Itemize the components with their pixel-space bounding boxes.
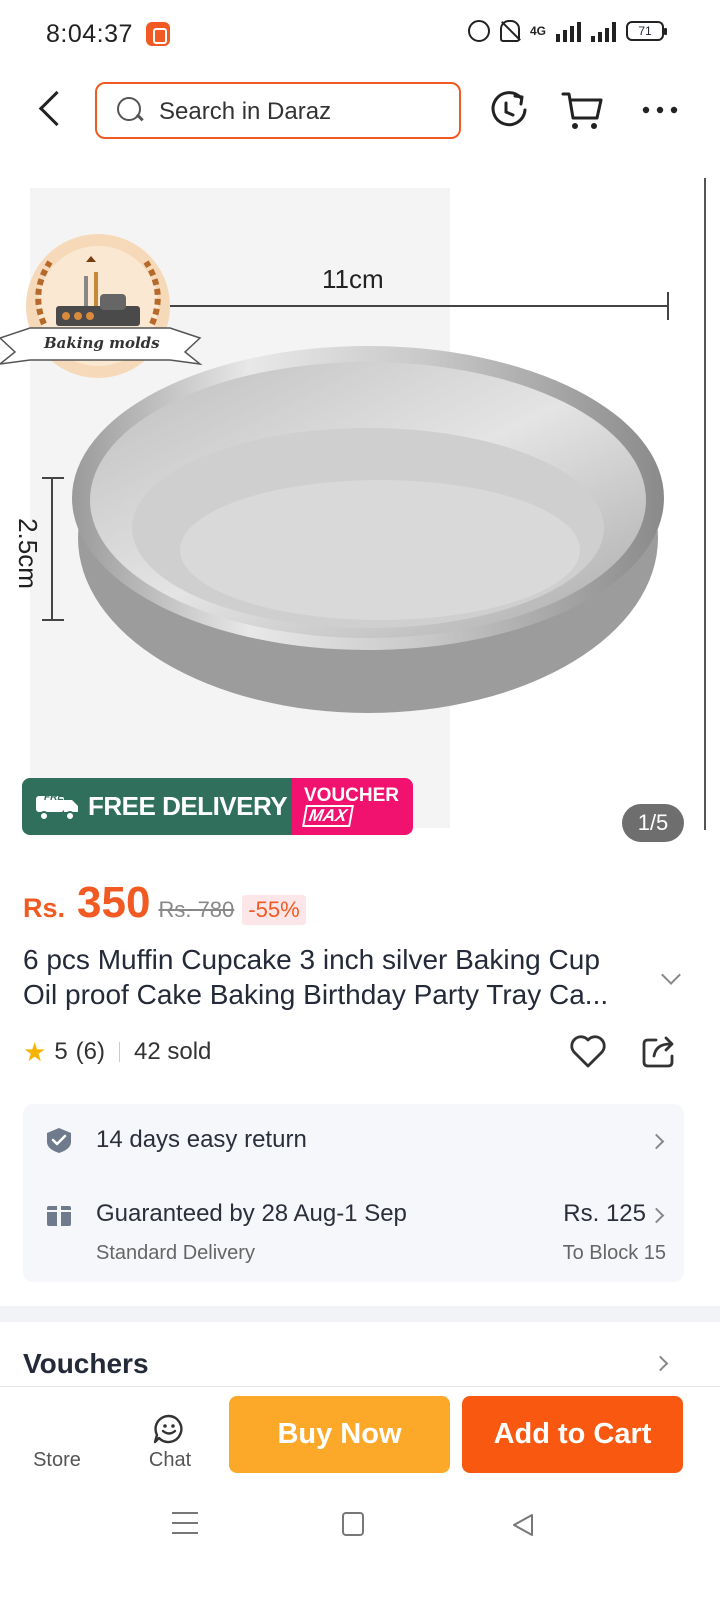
status-icons: 4G 71 bbox=[467, 20, 667, 42]
chat-icon bbox=[153, 1414, 183, 1444]
more-icon[interactable] bbox=[638, 88, 682, 132]
voucher-max-badge: VOUCHER MAX bbox=[292, 778, 413, 835]
search-placeholder: Search in Daraz bbox=[159, 98, 332, 125]
delivery-guarantee-text: Guaranteed by 28 Aug-1 Sep bbox=[96, 1200, 407, 1227]
return-text: 14 days easy return bbox=[96, 1126, 307, 1153]
delivery-type: Standard Delivery bbox=[96, 1242, 255, 1264]
delivery-fee: Rs. 125 bbox=[563, 1200, 646, 1227]
battery-icon: 71 bbox=[626, 21, 667, 41]
discount-badge: -55% bbox=[242, 895, 306, 925]
chevron-right-icon[interactable] bbox=[652, 1355, 669, 1372]
baking-molds-logo: Baking molds bbox=[0, 232, 205, 382]
price-currency: Rs. bbox=[23, 893, 66, 923]
daraz-notification-icon bbox=[146, 22, 170, 46]
package-icon bbox=[47, 1206, 71, 1226]
chevron-right-icon bbox=[648, 1133, 665, 1150]
rating-row[interactable]: ★ 5 (6) 42 sold bbox=[23, 1035, 211, 1069]
dimension-height-label: 2.5cm bbox=[12, 518, 43, 589]
top-nav: Search in Daraz bbox=[0, 82, 720, 140]
logo-text: Baking molds bbox=[44, 334, 160, 352]
rating-count: (6) bbox=[75, 1038, 106, 1065]
shield-check-icon bbox=[47, 1128, 71, 1153]
sold-count: 42 sold bbox=[134, 1038, 212, 1065]
product-title[interactable]: 6 pcs Muffin Cupcake 3 inch silver Bakin… bbox=[23, 942, 653, 1012]
service-card: 14 days easy return Guaranteed by 28 Aug… bbox=[23, 1104, 684, 1282]
chat-button[interactable]: Chat bbox=[135, 1387, 205, 1483]
add-to-cart-button[interactable]: Add to Cart bbox=[462, 1396, 683, 1473]
price-original: Rs. 780 bbox=[158, 897, 235, 922]
title-line-1: 6 pcs Muffin Cupcake 3 inch silver Bakin… bbox=[23, 944, 600, 975]
signal-2-icon bbox=[591, 20, 616, 42]
price-current: 350 bbox=[77, 878, 151, 927]
image-counter: 1/5 bbox=[622, 804, 684, 842]
search-icon bbox=[117, 97, 145, 125]
wishlist-heart-icon[interactable] bbox=[568, 1032, 608, 1070]
alarm-icon bbox=[467, 20, 490, 42]
free-tag: FREE bbox=[44, 792, 71, 803]
vouchers-heading[interactable]: Vouchers bbox=[23, 1348, 149, 1380]
buy-now-button[interactable]: Buy Now bbox=[229, 1396, 450, 1473]
rating-divider bbox=[119, 1042, 121, 1062]
cart-icon[interactable] bbox=[560, 88, 604, 132]
share-icon[interactable] bbox=[640, 1032, 678, 1070]
gallery-edge bbox=[704, 178, 706, 830]
price-row: Rs. 350 Rs. 780 -55% bbox=[23, 878, 306, 928]
title-line-2: Oil proof Cake Baking Birthday Party Tra… bbox=[23, 979, 609, 1010]
home-icon[interactable] bbox=[342, 1512, 364, 1536]
system-back-icon[interactable] bbox=[510, 1512, 536, 1538]
store-label: Store bbox=[33, 1449, 81, 1471]
promo-banner[interactable]: FREE FREE DELIVERY VOUCHER MAX bbox=[22, 778, 413, 835]
mute-bell-icon bbox=[499, 20, 520, 42]
recent-apps-icon[interactable] bbox=[172, 1512, 198, 1536]
search-input[interactable]: Search in Daraz bbox=[95, 82, 461, 139]
delivery-row[interactable]: Guaranteed by 28 Aug-1 Sep Standard Deli… bbox=[23, 1184, 684, 1280]
star-icon: ★ bbox=[23, 1036, 47, 1067]
back-arrow-icon[interactable] bbox=[32, 90, 72, 130]
system-nav-bar bbox=[0, 1490, 720, 1600]
return-policy-row[interactable]: 14 days easy return bbox=[23, 1104, 684, 1176]
network-type: 4G bbox=[529, 24, 546, 38]
signal-icon bbox=[556, 20, 581, 42]
delivery-location: To Block 15 bbox=[562, 1242, 666, 1264]
status-time: 8:04:37 bbox=[46, 20, 133, 48]
chevron-right-icon bbox=[648, 1207, 665, 1224]
max-label: MAX bbox=[302, 805, 354, 827]
chevron-down-icon[interactable] bbox=[661, 965, 681, 985]
voucher-label: VOUCHER bbox=[304, 785, 400, 806]
refresh-icon[interactable] bbox=[487, 88, 531, 132]
status-bar: 8:04:37 4G 71 bbox=[0, 0, 720, 70]
free-delivery-badge: FREE FREE DELIVERY bbox=[22, 778, 292, 835]
free-delivery-label: FREE DELIVERY bbox=[88, 791, 288, 821]
dimension-width-label: 11cm bbox=[322, 264, 384, 294]
rating-score: 5 bbox=[54, 1038, 68, 1065]
chat-label: Chat bbox=[148, 1449, 192, 1471]
bottom-action-bar: Store Chat Buy Now Add to Cart bbox=[0, 1386, 720, 1482]
section-divider bbox=[0, 1306, 720, 1322]
store-button[interactable]: Store bbox=[22, 1387, 92, 1483]
